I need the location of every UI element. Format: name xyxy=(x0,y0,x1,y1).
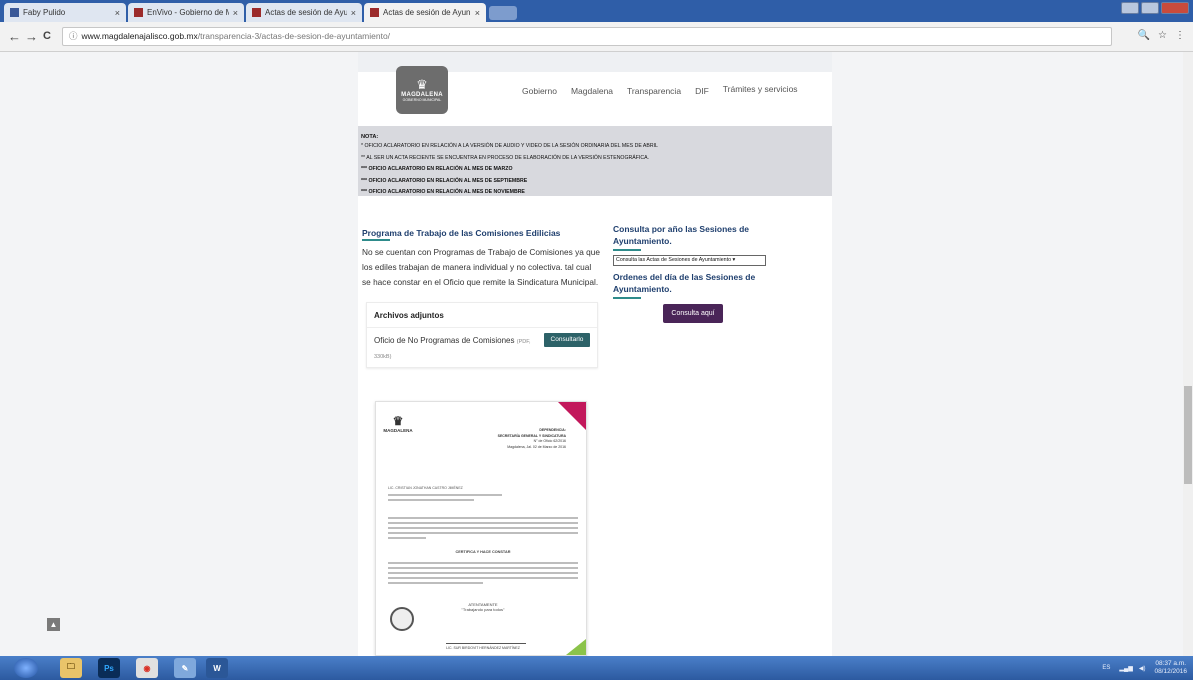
attachment-file-name: Oficio de No Programas de Comisiones xyxy=(374,336,515,345)
document-body-lines-2 xyxy=(388,562,578,587)
close-tab-icon[interactable]: × xyxy=(115,8,120,18)
photoshop-icon[interactable]: Ps xyxy=(98,658,120,678)
content-column: ♛ MAGDALENA GOBIERNO MUNICIPAL Gobierno … xyxy=(358,52,832,656)
actas-year-select[interactable]: Consulta las Actas de Sesiones de Ayunta… xyxy=(613,255,766,266)
notice-heading: NOTA: xyxy=(361,134,379,140)
close-tab-icon[interactable]: × xyxy=(475,8,480,18)
crown-icon: ♛ xyxy=(392,414,404,428)
main-nav: Gobierno Magdalena Transparencia DIF Trá… xyxy=(522,84,812,96)
section-title-programa: Programa de Trabajo de las Comisiones Ed… xyxy=(362,228,561,241)
new-tab-button[interactable] xyxy=(489,6,517,20)
window-controls xyxy=(1121,2,1189,14)
back-icon[interactable]: ← xyxy=(8,29,21,44)
notice-link-3[interactable]: *** OFICIO ACLARATORIO EN RELACIÓN AL ME… xyxy=(361,164,829,176)
language-indicator[interactable]: ES xyxy=(1096,665,1116,671)
scanned-document-image: ♛ MAGDALENA DEPENDENCIA: SECRETARÍA GENE… xyxy=(375,401,587,656)
minimize-button[interactable] xyxy=(1121,2,1139,14)
document-bottom-decoration xyxy=(566,639,586,655)
site-favicon-icon xyxy=(370,8,379,17)
attachment-row: Oficio de No Programas de Comisiones (PD… xyxy=(367,328,597,368)
chrome-icon[interactable]: ◉ xyxy=(136,658,158,678)
site-logo[interactable]: ♛ MAGDALENA GOBIERNO MUNICIPAL xyxy=(396,66,448,114)
url-domain: www.magdalenajalisco.gob.mx xyxy=(81,31,198,41)
attachments-header: Archivos adjuntos xyxy=(367,303,597,328)
site-favicon-icon xyxy=(252,8,261,17)
maximize-button[interactable] xyxy=(1141,2,1159,14)
start-button[interactable] xyxy=(14,658,38,678)
document-closing: ATENTAMENTE "Trabajando para todos" xyxy=(461,602,505,612)
network-icon[interactable]: ▂▄▆ xyxy=(1116,665,1135,672)
bookmark-star-icon[interactable]: ☆ xyxy=(1158,30,1167,41)
taskbar-clock[interactable]: 08:37 a.m. 08/12/2016 xyxy=(1148,660,1193,676)
notice-link-5[interactable]: *** OFICIO ACLARATORIO EN RELACIÓN AL ME… xyxy=(361,187,829,199)
document-signer: LIC. SUR BIRDOVIT HERNÁNDEZ MARTÍNEZ xyxy=(446,646,520,650)
word-icon[interactable]: W xyxy=(206,658,228,678)
facebook-icon xyxy=(10,8,19,17)
notice-line-2: ** AL SER UN ACTA RECIENTE SE ENCUENTRA … xyxy=(361,154,649,161)
nav-magdalena[interactable]: Magdalena xyxy=(571,86,613,96)
nav-dif[interactable]: DIF xyxy=(695,86,709,96)
page-viewport: ♛ MAGDALENA GOBIERNO MUNICIPAL Gobierno … xyxy=(0,52,1193,656)
document-corner-decoration xyxy=(558,402,586,430)
file-explorer-icon[interactable]: 🗀 xyxy=(60,658,82,678)
os-taskbar: 🗀 Ps ◉ ✎ W ES ▂▄▆ ◀) 08:37 a.m. 08/12/20… xyxy=(0,656,1193,680)
document-body-lines xyxy=(388,517,578,542)
document-addressee: LIC. CRISTIAN JONATHAN CASTRO JIMÉNEZ xyxy=(388,486,463,490)
url-path: /transparencia-3/actas-de-sesion-de-ayun… xyxy=(197,31,391,41)
notice-link-4[interactable]: *** OFICIO ACLARATORIO EN RELACIÓN AL ME… xyxy=(361,176,829,188)
crown-icon: ♛ xyxy=(416,77,428,92)
document-seal-icon xyxy=(390,607,414,631)
scrollbar-thumb[interactable] xyxy=(1184,386,1192,484)
consulta-aqui-button[interactable]: Consulta aquí xyxy=(663,304,723,323)
attachment-file-type: (PDF, xyxy=(516,339,531,345)
zoom-icon[interactable]: 🔍 xyxy=(1138,30,1150,41)
consultarlo-button[interactable]: Consultarlo xyxy=(544,333,590,347)
nav-tramites[interactable]: Trámites y servicios xyxy=(723,84,798,94)
page-scrollbar[interactable] xyxy=(1183,52,1193,656)
site-favicon-icon xyxy=(134,8,143,17)
browser-menu-icon[interactable]: ⋮ xyxy=(1175,30,1185,41)
url-input[interactable]: ⓘ www.magdalenajalisco.gob.mx/transparenc… xyxy=(62,27,1112,46)
close-tab-icon[interactable]: × xyxy=(233,8,238,18)
forward-icon[interactable]: → xyxy=(25,29,38,44)
section-title-ordenes-dia: Ordenes del día de las Sesiones de Ayunt… xyxy=(613,271,773,299)
document-dependency: DEPENDENCIA: SECRETARÍA GENERAL Y SINDIC… xyxy=(497,428,566,449)
system-tray: ES ▂▄▆ ◀) 08:37 a.m. 08/12/2016 xyxy=(1096,656,1193,680)
paint-icon[interactable]: ✎ xyxy=(174,658,196,678)
browser-tab-bar: Faby Pulido × EnVivo - Gobierno de M × A… xyxy=(0,0,1193,22)
reload-icon[interactable]: C xyxy=(43,30,51,42)
document-logo: ♛ MAGDALENA xyxy=(383,414,413,433)
notice-box: NOTA: * OFICIO ACLARATORIO EN RELACIÓN A… xyxy=(358,126,832,196)
notice-link-1[interactable]: * OFICIO ACLARATORIO EN RELACIÓN A LA VE… xyxy=(361,141,829,153)
document-signature-line xyxy=(446,634,526,644)
attachment-file-size: 330kB) xyxy=(374,354,392,360)
info-icon[interactable]: ⓘ xyxy=(69,28,78,45)
nav-gobierno[interactable]: Gobierno xyxy=(522,86,557,96)
volume-icon[interactable]: ◀) xyxy=(1136,665,1149,672)
close-tab-icon[interactable]: × xyxy=(351,8,356,18)
tab-envivo[interactable]: EnVivo - Gobierno de M × xyxy=(128,3,244,22)
programa-paragraph: No se cuentan con Programas de Trabajo d… xyxy=(362,247,600,287)
tab-actas-active[interactable]: Actas de sesión de Ayun × xyxy=(364,3,486,22)
scroll-to-top-icon[interactable]: ▲ xyxy=(47,618,60,631)
section-title-consulta-anio: Consulta por año las Sesiones de Ayuntam… xyxy=(613,223,773,251)
tab-faby-pulido[interactable]: Faby Pulido × xyxy=(4,3,126,22)
document-certify: CERTIFICA Y HACE CONSTAR xyxy=(455,550,511,554)
address-bar-row: ← → C ⓘ www.magdalenajalisco.gob.mx/trans… xyxy=(0,22,1193,52)
tab-actas-1[interactable]: Actas de sesión de Ayun × xyxy=(246,3,362,22)
close-window-button[interactable] xyxy=(1161,2,1189,14)
document-addressee-lines xyxy=(388,494,578,504)
nav-transparencia[interactable]: Transparencia xyxy=(627,86,681,96)
attachments-box: Archivos adjuntos Oficio de No Programas… xyxy=(366,302,598,368)
